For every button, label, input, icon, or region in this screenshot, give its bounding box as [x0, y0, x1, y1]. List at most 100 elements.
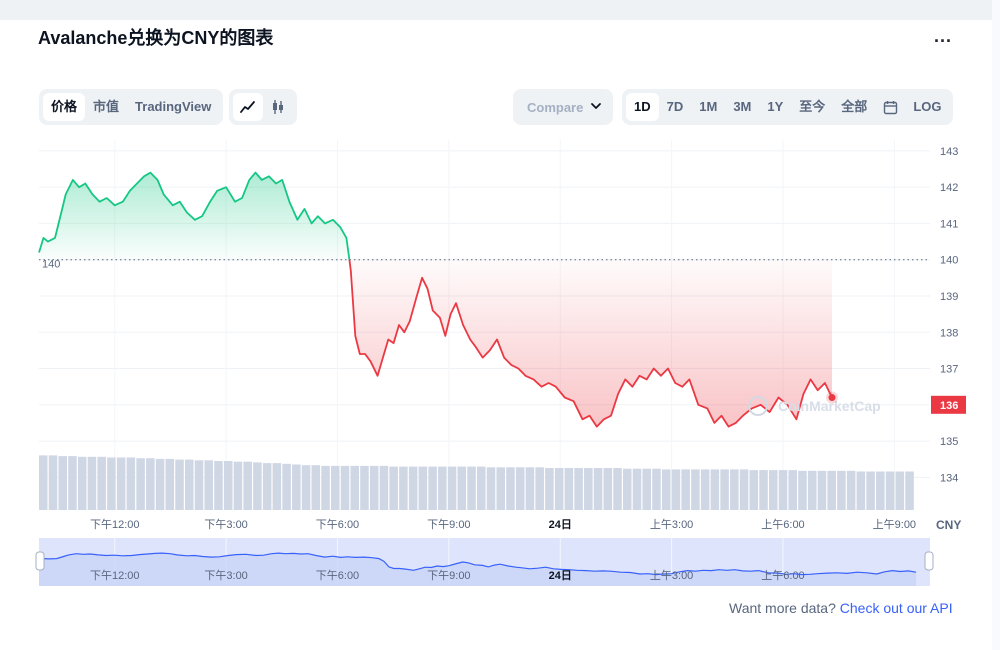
volume-bar [418, 466, 428, 510]
volume-bar [535, 467, 544, 510]
volume-bar [214, 461, 223, 510]
volume-bar [262, 463, 272, 510]
brush-handle-right[interactable] [924, 551, 934, 571]
volume-bar [642, 468, 651, 510]
volume-bar [185, 459, 194, 510]
volume-bar [691, 469, 700, 510]
current-price-label: 136 [940, 400, 958, 412]
volume-bar [749, 470, 759, 510]
volume-bar [243, 461, 252, 510]
volume-bar [554, 468, 564, 510]
api-promo-text: Want more data? [729, 600, 836, 616]
x-tick-label: 下午12:00 [90, 518, 140, 531]
volume-bar [116, 457, 126, 510]
volume-bar [486, 467, 496, 510]
volume-bar [204, 460, 213, 510]
volume-bar [798, 470, 807, 510]
volume-bar [895, 471, 905, 510]
volume-bar [39, 455, 48, 510]
volume-bar [428, 466, 437, 510]
volume-bar [905, 471, 914, 510]
area-below-reference [349, 259, 832, 427]
volume-bar [107, 457, 116, 510]
volume-bar [340, 465, 350, 510]
price-chart: 140CoinMarketCap143142141140139138137136… [35, 140, 966, 586]
brush-tick-label: 上午6:00 [761, 569, 804, 582]
volume-bar [389, 466, 398, 510]
area-above-reference [39, 172, 350, 260]
volume-bar [165, 458, 175, 510]
y-tick-label: 142 [940, 182, 958, 194]
volume-bar [438, 466, 447, 510]
volume-bar [769, 470, 778, 510]
volume-bar [97, 456, 106, 510]
volume-bar [671, 469, 681, 510]
y-tick-label: 134 [940, 472, 958, 484]
brush-tick-label: 下午9:00 [427, 569, 470, 582]
volume-bar [126, 457, 136, 510]
volume-bar [778, 470, 788, 510]
volume-bar [321, 465, 330, 510]
volume-bar [700, 469, 710, 510]
volume-bar [885, 471, 895, 510]
brush-tick-label: 下午3:00 [204, 569, 247, 582]
volume-bar [360, 465, 369, 510]
volume-bar [564, 468, 574, 510]
brush-tick-label: 下午6:00 [316, 569, 359, 582]
brush-handle-left[interactable] [35, 551, 45, 571]
volume-bar [194, 460, 204, 510]
volume-bar [545, 468, 554, 510]
volume-bar [58, 456, 67, 510]
volume-bar [827, 470, 836, 510]
volume-bar [856, 471, 866, 510]
volume-bar [48, 455, 58, 510]
volume-bar [807, 470, 817, 510]
volume-bar [515, 467, 525, 510]
x-tick-label: 上午3:00 [650, 518, 693, 531]
volume-bar [223, 461, 233, 510]
y-tick-label: 143 [940, 146, 958, 158]
x-tick-label: 24日 [549, 518, 572, 531]
api-link[interactable]: Check out our API [840, 600, 953, 616]
volume-bar [603, 468, 613, 510]
volume-bar [253, 462, 262, 510]
volume-bar [866, 471, 875, 510]
brush-tick-label: 24日 [549, 569, 572, 582]
volume-bar [477, 466, 486, 510]
volume-bar [146, 458, 155, 510]
volume-bar [467, 466, 476, 510]
volume-bar [282, 463, 291, 510]
y-tick-label: 141 [940, 218, 958, 230]
volume-bar [272, 463, 282, 510]
volume-bar [759, 470, 768, 510]
volume-bar [506, 467, 515, 510]
volume-bar [68, 456, 77, 510]
volume-bar [584, 468, 593, 510]
volume-bar [496, 467, 505, 510]
volume-bar [846, 470, 856, 510]
volume-bar [331, 465, 340, 510]
volume-bar [525, 467, 535, 510]
y-tick-label: 138 [940, 327, 958, 339]
x-tick-label: 下午6:00 [316, 518, 359, 531]
y-tick-label: 137 [940, 364, 958, 376]
volume-bar [739, 469, 749, 510]
volume-bar [87, 456, 97, 510]
volume-bar [301, 465, 311, 510]
y-tick-label: 135 [940, 436, 958, 448]
brush-tick-label: 上午3:00 [650, 569, 693, 582]
volume-bar [77, 456, 87, 510]
volume-bar [369, 465, 379, 510]
api-promo: Want more data? Check out our API [729, 600, 953, 616]
volume-bar [155, 458, 165, 510]
x-tick-label: 下午3:00 [204, 518, 247, 531]
x-tick-label: 上午9:00 [873, 518, 916, 531]
volume-bar [720, 469, 729, 510]
volume-bar [817, 470, 827, 510]
volume-bar [457, 466, 467, 510]
x-tick-label: 下午9:00 [427, 518, 470, 531]
volume-bar [710, 469, 720, 510]
volume-bar [379, 465, 389, 510]
volume-bar [613, 468, 622, 510]
y-tick-label: 139 [940, 291, 958, 303]
